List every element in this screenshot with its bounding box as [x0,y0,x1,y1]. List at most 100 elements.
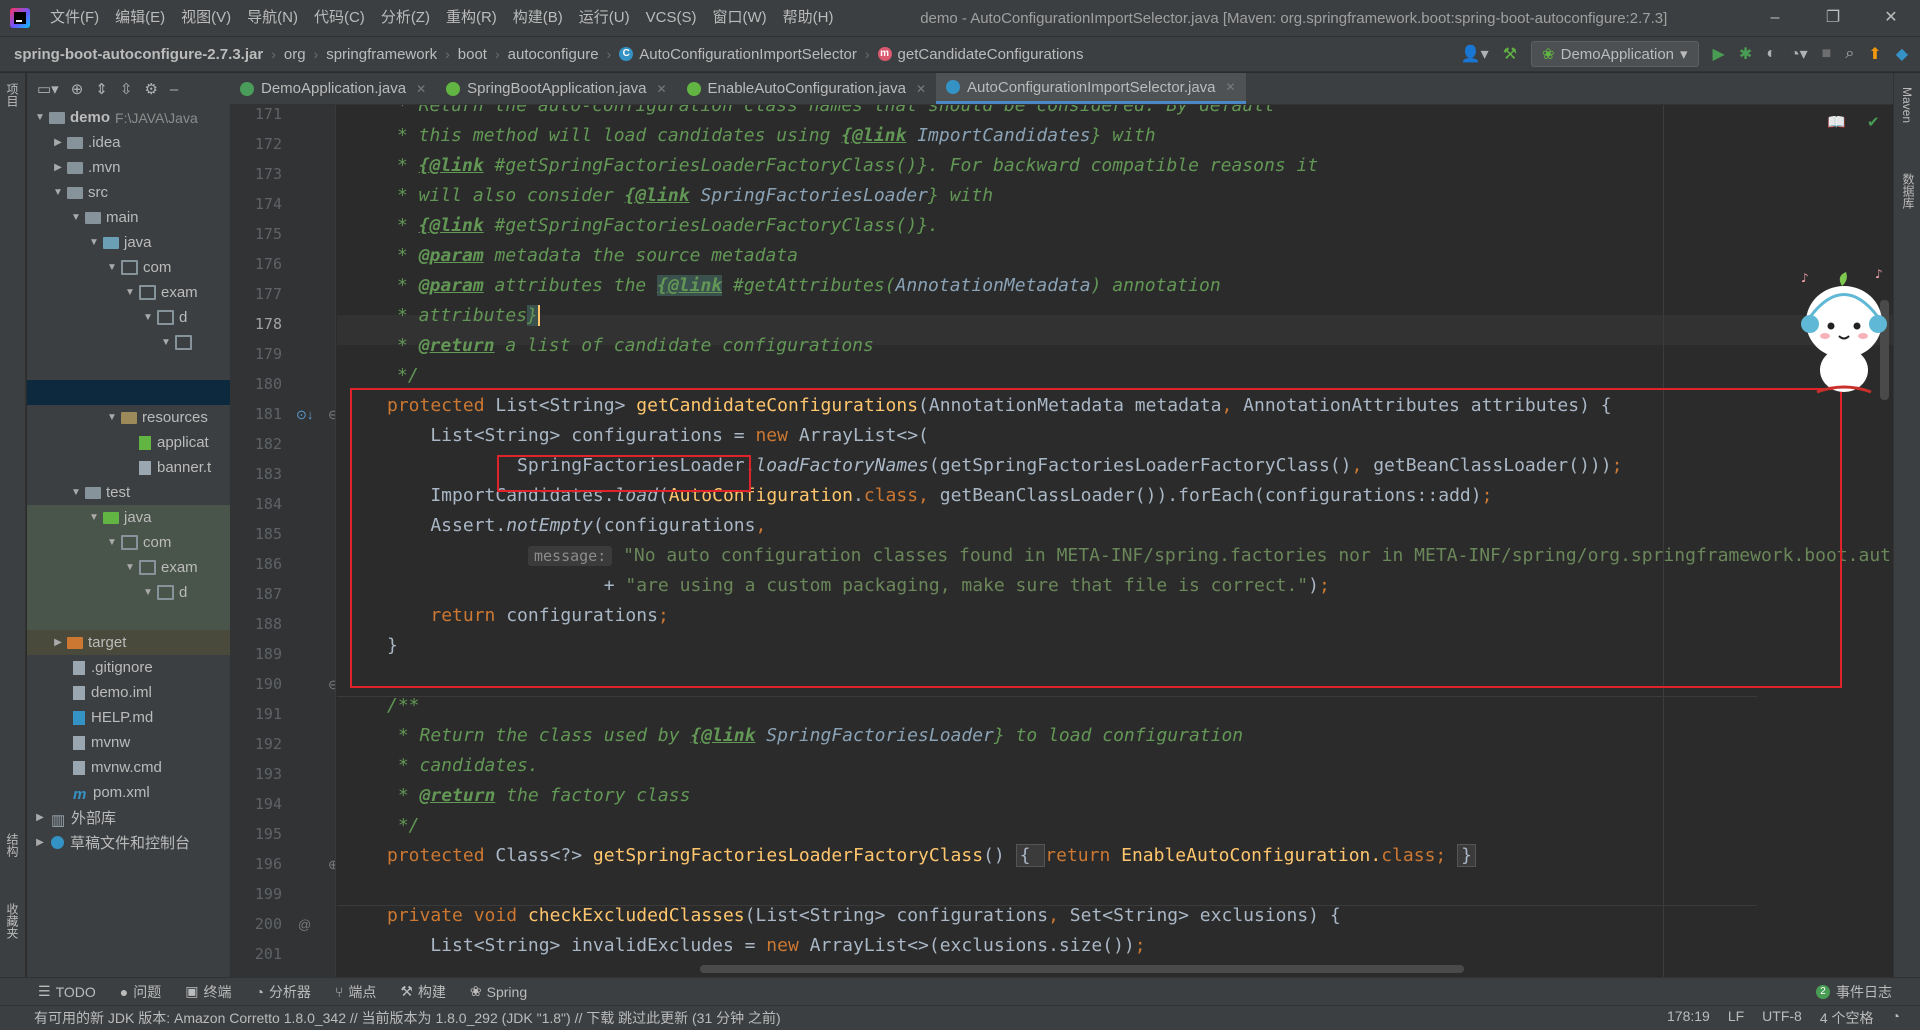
reader-mode-icon[interactable]: 📖 [1827,113,1846,131]
stop-icon[interactable]: ■ [1822,45,1832,63]
tree-item-example[interactable]: ▼ exam [27,280,230,305]
menu-vcs[interactable]: VCS(S) [638,0,705,36]
update-icon[interactable]: ⬆ [1868,44,1881,64]
tree-item-gitignore[interactable]: .gitignore [27,655,230,680]
project-tool-button[interactable]: 项目 [4,83,21,107]
user-icon[interactable]: 👤▾ [1461,44,1489,64]
restore-button[interactable]: ❐ [1804,0,1862,36]
tree-item-idea[interactable]: ▶ .idea [27,130,230,155]
terminal-tool-button[interactable]: ▣ 终端 [173,982,243,1002]
tree-item-mvnw-cmd[interactable]: mvnw.cmd [27,755,230,780]
status-message[interactable]: 有可用的新 JDK 版本: Amazon Corretto 1.8.0_342 … [0,1008,781,1028]
file-encoding[interactable]: UTF-8 [1762,1008,1802,1028]
menu-edit[interactable]: 编辑(E) [107,0,173,36]
tree-item-main[interactable]: ▼ main [27,205,230,230]
gear-icon[interactable]: ⚙ [144,80,157,98]
tree-item-test-demo[interactable]: ▼ d [27,580,230,605]
database-tool-button[interactable]: 数据库 [1900,173,1917,209]
close-icon[interactable]: ✕ [916,82,926,96]
search-icon[interactable]: ⌕ [1845,45,1854,63]
tree-item-test-java[interactable]: ▼ java [27,505,230,530]
implemented-method-icon[interactable]: ⊙↓ [296,407,313,423]
collapse-all-icon[interactable]: ⇳ [120,80,133,98]
tree-item-test[interactable]: ▼ test [27,480,230,505]
tree-item-help-md[interactable]: HELP.md [27,705,230,730]
jetbrains-toolbox-icon[interactable]: ◆ [1896,44,1908,64]
fold-icon[interactable]: ⊖ [328,677,335,693]
breadcrumb-method[interactable]: m getCandidateConfigurations [874,46,1088,63]
run-configuration-select[interactable]: ❀ DemoApplication ▾ [1531,41,1699,67]
endpoints-tool-button[interactable]: ⑂ 端点 [323,982,388,1002]
menu-build[interactable]: 构建(B) [505,0,571,36]
tree-item-demo-pkg[interactable]: ▼ d [27,305,230,330]
tree-item-subpkg[interactable]: ▼ [27,330,230,355]
tree-item-src[interactable]: ▼ src [27,180,230,205]
hide-icon[interactable]: – [170,81,178,98]
tab-enable-auto-configuration[interactable]: EnableAutoConfiguration.java ✕ [677,73,937,104]
tree-item-mvnw[interactable]: mvnw [27,730,230,755]
tab-auto-configuration-import-selector[interactable]: AutoConfigurationImportSelector.java ✕ [936,73,1246,104]
tree-item-resources[interactable]: ▼ resources [27,405,230,430]
fold-icon[interactable]: ⊖ [328,407,335,423]
event-log-button[interactable]: 2 事件日志 [1816,982,1920,1002]
menu-window[interactable]: 窗口(W) [704,0,774,36]
override-marker-icon[interactable]: @ [298,917,311,932]
tree-item-test-example[interactable]: ▼ exam [27,555,230,580]
caret-position[interactable]: 178:19 [1667,1008,1710,1028]
tree-item-selected-class[interactable]: C [27,380,230,405]
profiler-tool-button[interactable]: ◔ 分析器 [243,982,322,1002]
menu-help[interactable]: 帮助(H) [775,0,842,36]
menu-code[interactable]: 代码(C) [306,0,373,36]
horizontal-scrollbar[interactable] [700,965,1464,973]
build-hammer-icon[interactable]: ⚒ [1503,44,1517,64]
inspection-ok-icon[interactable]: ✔ [1867,113,1880,131]
tree-item-demo[interactable]: ▼ demo F:\JAVA\Java [27,105,230,130]
menu-view[interactable]: 视图(V) [173,0,239,36]
favorites-tool-button[interactable]: 收藏夹 [4,903,21,939]
intellij-logo-icon[interactable] [10,8,30,28]
tree-item-com[interactable]: ▼ com [27,255,230,280]
memory-indicator-icon[interactable]: ◔ [1892,1008,1900,1028]
tree-item-scratches[interactable]: ▶ 草稿文件和控制台 [27,830,230,855]
editor-gutter[interactable]: 171 172 173 174 175 176 177 178 179 180 … [230,105,336,977]
debug-icon[interactable]: ✱ [1739,44,1752,64]
tree-item-application-properties[interactable]: applicat [27,430,230,455]
coverage-icon[interactable]: ◐ [1766,45,1776,63]
close-icon[interactable]: ✕ [1226,80,1236,94]
breadcrumb-class[interactable]: C AutoConfigurationImportSelector [615,46,861,63]
tree-item-mvn[interactable]: ▶ .mvn [27,155,230,180]
expand-all-icon[interactable]: ⇕ [95,80,108,98]
project-view-icon[interactable]: ▭▾ [37,80,59,98]
tree-item-pom[interactable]: m pom.xml [27,780,230,805]
minimize-button[interactable]: – [1746,0,1804,36]
tree-item-demo-iml[interactable]: demo.iml [27,680,230,705]
spring-tool-button[interactable]: ❀ Spring [458,983,539,1000]
breadcrumb-jar[interactable]: spring-boot-autoconfigure-2.7.3.jar [0,46,267,63]
menu-file[interactable]: 文件(F) [42,0,107,36]
menu-navigate[interactable]: 导航(N) [239,0,306,36]
profile-icon[interactable]: ◔▾ [1790,44,1808,64]
menu-run[interactable]: 运行(U) [571,0,638,36]
structure-tool-button[interactable]: 结构 [4,833,21,857]
menu-refactor[interactable]: 重构(R) [438,0,505,36]
run-icon[interactable]: ▶ [1713,44,1725,64]
tree-item-external-libs[interactable]: ▶ ▥ 外部库 [27,805,230,830]
breadcrumb-boot[interactable]: boot [454,46,491,63]
breadcrumb-autoconfigure[interactable]: autoconfigure [504,46,603,63]
fold-icon[interactable]: ⊕ [328,857,335,873]
todo-tool-button[interactable]: ☰ TODO [0,983,108,1000]
tree-item-banner[interactable]: banner.t [27,455,230,480]
locate-icon[interactable]: ⊕ [71,80,84,98]
close-icon[interactable]: ✕ [416,82,426,96]
problems-tool-button[interactable]: ● 问题 [108,982,173,1002]
indent-setting[interactable]: 4 个空格 [1820,1008,1874,1028]
build-tool-button[interactable]: ⚒ 构建 [388,982,458,1002]
menu-analyze[interactable]: 分析(Z) [373,0,438,36]
tab-demo-application[interactable]: DemoApplication.java ✕ [230,73,436,104]
maven-tool-button[interactable]: Maven [1900,87,1914,123]
close-icon[interactable]: ✕ [656,82,666,96]
tree-item-target[interactable]: ▶ target [27,630,230,655]
close-window-button[interactable]: ✕ [1862,0,1920,36]
tab-spring-boot-application[interactable]: SpringBootApplication.java ✕ [436,73,676,104]
breadcrumb-org[interactable]: org [280,46,310,63]
